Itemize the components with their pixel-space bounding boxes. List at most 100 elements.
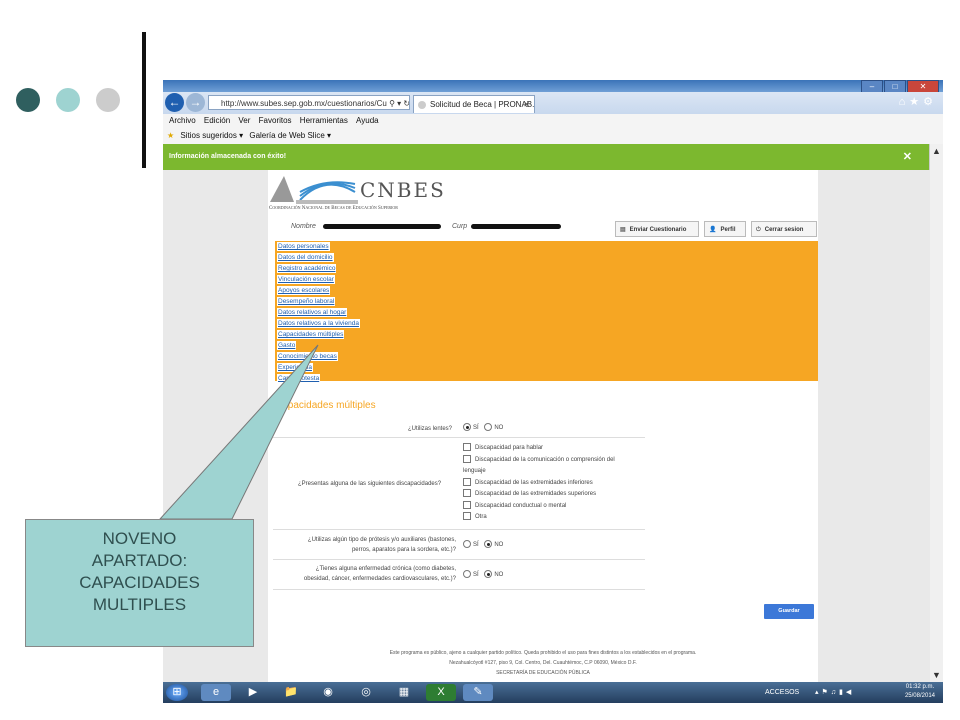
question-enfermedad: ¿Tienes alguna enfermedad crónica (como … bbox=[303, 566, 456, 582]
guardar-button[interactable]: Guardar bbox=[764, 604, 814, 619]
browser-window: – □ ✕ ← → http://www.subes.sep.gob.mx/cu… bbox=[163, 80, 943, 703]
document-icon: ▤ bbox=[620, 227, 626, 233]
accesos-label[interactable]: ACCESOS bbox=[765, 682, 799, 703]
favorites-bar: ★ Sitios sugeridos ▾ Galería de Web Slic… bbox=[163, 128, 943, 145]
nav-desempeno-laboral[interactable]: Desempeño laboral bbox=[277, 297, 336, 306]
user-icon: 👤 bbox=[709, 227, 717, 233]
divider bbox=[273, 559, 645, 560]
section-nav-panel: Datos personales Datos del domicilio Reg… bbox=[275, 241, 818, 383]
discapacidad-option[interactable]: Discapacidad para hablar bbox=[463, 443, 638, 455]
scroll-down-icon[interactable]: ▼ bbox=[930, 670, 943, 680]
menu-ver[interactable]: Ver bbox=[238, 116, 250, 125]
system-tray-icons[interactable]: ▴⚑♫▮◀ bbox=[815, 682, 854, 703]
checkbox[interactable] bbox=[463, 454, 471, 463]
forward-icon[interactable]: → bbox=[186, 93, 205, 112]
tab-solicitud[interactable]: Solicitud de Beca | PRONAB... ✕ bbox=[413, 95, 535, 113]
enfermedad-no-radio[interactable] bbox=[484, 570, 493, 579]
menu-archivo[interactable]: Archivo bbox=[169, 116, 196, 125]
paint-icon[interactable]: ✎ bbox=[463, 684, 493, 701]
firefox-icon[interactable]: ◉ bbox=[313, 684, 343, 701]
discapacidad-option[interactable]: Discapacidad de las extremidades superio… bbox=[463, 489, 638, 501]
menu-herramientas[interactable]: Herramientas bbox=[300, 116, 348, 125]
checkbox[interactable] bbox=[463, 512, 471, 521]
divider bbox=[273, 437, 645, 438]
nav-experiencia[interactable]: Experiencia bbox=[277, 363, 313, 372]
ie-icon[interactable]: e bbox=[201, 684, 231, 701]
protesis-no-radio[interactable] bbox=[484, 540, 493, 549]
nombre-label: Nombre bbox=[291, 223, 316, 230]
window-titlebar: – □ ✕ bbox=[163, 80, 943, 93]
nav-conocimiento-becas[interactable]: Conocimiento becas bbox=[277, 352, 338, 361]
curp-label: Curp bbox=[452, 223, 468, 230]
lentes-options: SÍ NO bbox=[463, 423, 503, 435]
discapacidad-option[interactable]: Discapacidad de la comunicación o compre… bbox=[463, 454, 638, 478]
nav-apoyos-escolares[interactable]: Apoyos escolares bbox=[277, 286, 331, 295]
discapacidad-option[interactable]: Discapacidad de las extremidades inferio… bbox=[463, 477, 638, 490]
callout-box: NOVENO APARTADO: CAPACIDADES MULTIPLES bbox=[25, 519, 254, 647]
nav-gasto[interactable]: Gasto bbox=[277, 341, 297, 350]
folder-icon[interactable]: 📁 bbox=[276, 684, 306, 701]
excel-icon[interactable]: X bbox=[426, 684, 456, 701]
back-icon[interactable]: ← bbox=[165, 93, 184, 112]
page-footer: Este programa es público, ajeno a cualqu… bbox=[389, 650, 697, 676]
nav-vinculacion-escolar[interactable]: Vinculación escolar bbox=[277, 275, 335, 284]
lentes-si-radio[interactable] bbox=[463, 423, 471, 432]
checkbox[interactable] bbox=[463, 489, 471, 498]
address-bar[interactable]: http://www.subes.sep.gob.mx/cuestionario… bbox=[208, 95, 410, 110]
scroll-up-icon[interactable]: ▲ bbox=[930, 146, 943, 156]
decor-dot-dark bbox=[16, 88, 40, 112]
lentes-no-radio[interactable] bbox=[484, 423, 493, 432]
checkbox[interactable] bbox=[463, 477, 471, 486]
perfil-button[interactable]: 👤 Perfil bbox=[704, 221, 746, 237]
page-body: CNBES Coordinación Nacional de Becas de … bbox=[268, 170, 818, 682]
vertical-scrollbar[interactable]: ▲ ▼ bbox=[929, 144, 943, 682]
divider bbox=[273, 529, 645, 530]
curp-redacted bbox=[471, 224, 561, 229]
sitios-sugeridos[interactable]: Sitios sugeridos ▾ bbox=[180, 131, 243, 140]
decor-vertical-bar bbox=[142, 32, 146, 168]
cerrar-sesion-button[interactable]: ⏻ Cerrar sesion bbox=[751, 221, 817, 237]
discapacidad-option[interactable]: Discapacidad conductual o mental bbox=[463, 500, 638, 513]
nav-carta-protesta[interactable]: Carta protesta bbox=[277, 374, 321, 383]
app-grid-icon[interactable]: ▦ bbox=[389, 684, 419, 701]
nav-registro-academico[interactable]: Registro académico bbox=[277, 264, 337, 273]
menu-ayuda[interactable]: Ayuda bbox=[356, 116, 379, 125]
decor-dot-gray bbox=[96, 88, 120, 112]
notification-bar: Información almacenada con éxito! ✕ bbox=[163, 144, 930, 170]
discapacidades-options: Discapacidad para hablar Discapacidad de… bbox=[463, 443, 638, 524]
address-row: ← → http://www.subes.sep.gob.mx/cuestion… bbox=[163, 92, 943, 114]
protesis-si-radio[interactable] bbox=[463, 540, 471, 549]
menu-bar: Archivo Edición Ver Favoritos Herramient… bbox=[163, 114, 943, 128]
user-row: Nombre Curp ▤ Enviar Cuestionario 👤 Perfil… bbox=[268, 218, 818, 240]
menu-favoritos[interactable]: Favoritos bbox=[259, 116, 292, 125]
nav-capacidades-multiples[interactable]: Capacidades múltiples bbox=[277, 330, 345, 339]
windows-taskbar: ⊞ e ▶ 📁 ◉ ◎ ▦ X ✎ ACCESOS ▴⚑♫▮◀ 01:32 p.… bbox=[163, 682, 943, 703]
discapacidad-option[interactable]: Otra bbox=[463, 512, 638, 524]
favorites-star-icon[interactable]: ★ bbox=[167, 131, 174, 140]
media-player-icon[interactable]: ▶ bbox=[238, 684, 268, 701]
divider bbox=[273, 589, 645, 590]
notification-close-icon[interactable]: ✕ bbox=[903, 144, 912, 170]
question-discapacidades: ¿Presentas alguna de las siguientes disc… bbox=[298, 481, 442, 487]
cnbes-logo: CNBES Coordinación Nacional de Becas de … bbox=[269, 176, 446, 211]
page-favicon bbox=[418, 101, 426, 109]
menu-edicion[interactable]: Edición bbox=[204, 116, 230, 125]
notification-text: Información almacenada con éxito! bbox=[169, 153, 287, 160]
section-title: Capacidades múltiples bbox=[275, 400, 376, 411]
nombre-redacted bbox=[323, 224, 441, 229]
checkbox[interactable] bbox=[463, 443, 471, 452]
nav-datos-personales[interactable]: Datos personales bbox=[277, 242, 330, 251]
chrome-icon[interactable]: ◎ bbox=[351, 684, 381, 701]
nav-datos-domicilio[interactable]: Datos del domicilio bbox=[277, 253, 334, 262]
enfermedad-si-radio[interactable] bbox=[463, 570, 471, 579]
decor-dot-teal bbox=[56, 88, 80, 112]
enviar-cuestionario-button[interactable]: ▤ Enviar Cuestionario bbox=[615, 221, 699, 237]
taskbar-clock[interactable]: 01:32 p.m. 25/08/2014 bbox=[905, 683, 935, 701]
nav-datos-hogar[interactable]: Datos relativos al hogar bbox=[277, 308, 348, 317]
nav-datos-vivienda[interactable]: Datos relativos a la vivienda bbox=[277, 319, 360, 328]
start-button[interactable]: ⊞ bbox=[166, 684, 188, 701]
galeria-web-slice[interactable]: Galería de Web Slice ▾ bbox=[249, 131, 331, 140]
tab-close-icon[interactable]: ✕ bbox=[523, 96, 530, 113]
checkbox[interactable] bbox=[463, 500, 471, 509]
home-star-gear-icons[interactable]: ⌂★⚙ bbox=[899, 95, 937, 108]
